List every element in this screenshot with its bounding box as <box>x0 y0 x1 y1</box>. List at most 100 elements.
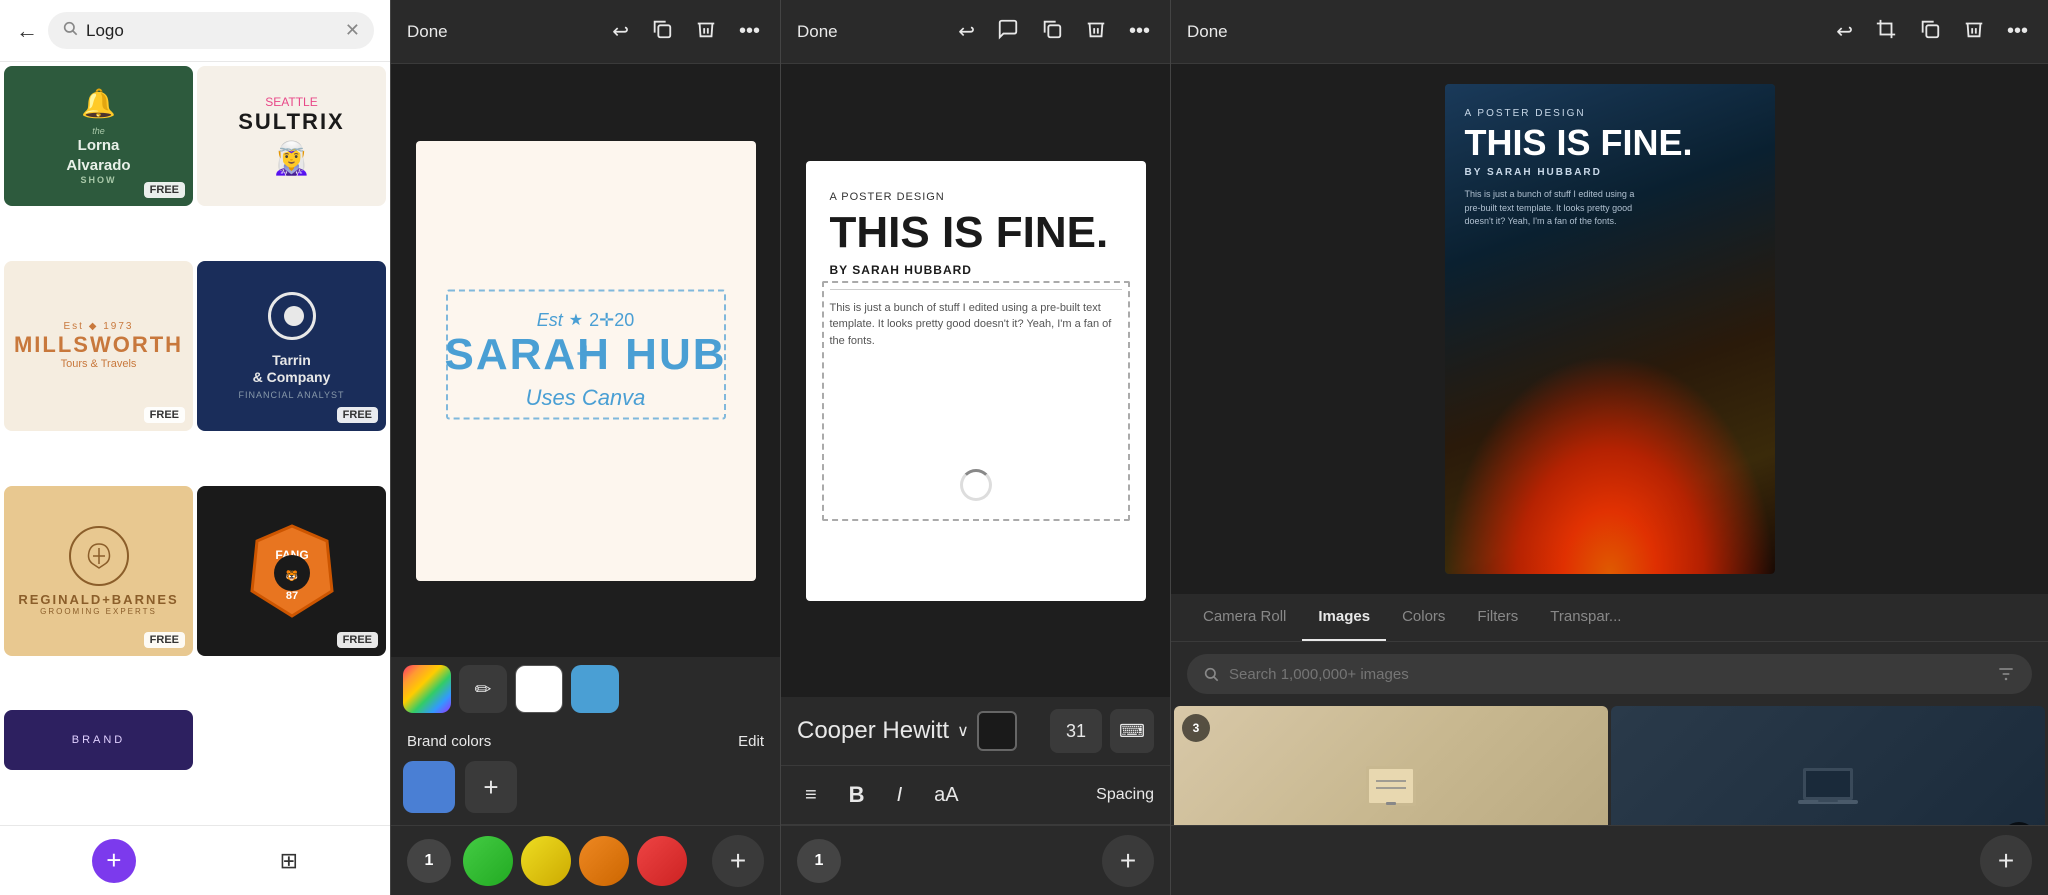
text-align-button[interactable]: ≡ <box>797 780 825 811</box>
free-badge-tarrin: FREE <box>337 407 378 423</box>
color-ball-orange[interactable] <box>579 836 629 886</box>
panel3-delete-button[interactable] <box>1081 14 1111 50</box>
image-category-tabs: Camera Roll Images Colors Filters Transp… <box>1171 594 2048 642</box>
panel4-crop-button[interactable] <box>1871 14 1901 50</box>
tab-filters[interactable]: Filters <box>1461 594 1534 641</box>
panel4-canvas-area: A POSTER DESIGN THIS IS FINE. BY SARAH H… <box>1171 64 2048 594</box>
color-ball-red[interactable] <box>637 836 687 886</box>
panel4-delete-button[interactable] <box>1959 14 1989 50</box>
panel3-duplicate-button[interactable] <box>1037 14 1067 50</box>
panel2-toolbar: Done ↩ ••• <box>391 0 780 64</box>
search-icon <box>62 20 78 41</box>
panel2-add-page-button[interactable]: + <box>712 835 764 887</box>
panel3-done-button[interactable]: Done <box>797 22 838 42</box>
panel3-canvas: A POSTER DESIGN THIS IS FINE. BY SARAH H… <box>806 161 1146 601</box>
text-editor-panel: Done ↩ ••• ✛ Est ★ 2✛20 SARAH HUB Use <box>390 0 780 895</box>
image-search-input[interactable] <box>1229 666 1986 683</box>
tarrin-logo <box>268 292 316 340</box>
panel3-more-button[interactable]: ••• <box>1125 16 1154 47</box>
tarrin-name: Tarrin& Company <box>253 352 331 386</box>
image-page-badge: 3 <box>1182 714 1210 742</box>
template-reginald[interactable]: REGINALD+BARNES GROOMING EXPERTS FREE <box>4 486 193 656</box>
color-ball-yellow[interactable] <box>521 836 571 886</box>
template-fang87[interactable]: FANG 🐯 87 FREE <box>197 486 386 656</box>
color-edit-button[interactable]: ✏ <box>459 665 507 713</box>
spacing-button[interactable]: Spacing <box>1096 786 1154 804</box>
panel4-more-button[interactable]: ••• <box>2003 16 2032 47</box>
selection-handle: ✛ <box>446 289 726 419</box>
lorna-show: SHOW <box>81 175 117 185</box>
text-format-row: ≡ B I aA Spacing <box>781 766 1170 825</box>
panel4-canvas: A POSTER DESIGN THIS IS FINE. BY SARAH H… <box>1445 84 1775 574</box>
bold-button[interactable]: B <box>841 778 873 812</box>
tab-colors[interactable]: Colors <box>1386 594 1461 641</box>
template-sultrix[interactable]: SEATTLE SULTRIX 🧝‍♀️ <box>197 66 386 206</box>
panel4-done-button[interactable]: Done <box>1187 22 1228 42</box>
panel4-toolbar: Done ↩ ••• <box>1171 0 2048 64</box>
search-input[interactable] <box>86 21 337 41</box>
panel3-undo-button[interactable]: ↩ <box>954 15 979 48</box>
template-purple-banner[interactable]: BRAND <box>4 710 193 770</box>
free-badge-fang87: FREE <box>337 632 378 648</box>
filter-icon[interactable] <box>1996 664 2016 684</box>
back-button[interactable]: ← <box>16 18 38 44</box>
panel2-delete-button[interactable] <box>691 14 721 50</box>
free-badge-reginald: FREE <box>144 632 185 648</box>
brand-colors-row: Brand colors Edit <box>391 721 780 761</box>
template-grid: 🔔 the LornaAlvarado SHOW FREE SEATTLE SU… <box>0 62 390 825</box>
brand-blue-swatch[interactable] <box>403 761 455 813</box>
panel2-color-strip: ✏ <box>391 657 780 721</box>
notebook-image <box>1174 706 1608 825</box>
template-browser-panel: ← ✕ 🔔 the LornaAlvarado SHOW FREE SEATTL… <box>0 0 390 895</box>
panel4-pages-bar: + <box>1171 825 2048 895</box>
reginald-sub: GROOMING EXPERTS <box>40 607 157 616</box>
template-tarrin[interactable]: Tarrin& Company FINANCIAL ANALYST FREE <box>197 261 386 431</box>
panel4-undo-button[interactable]: ↩ <box>1832 15 1857 48</box>
panel2-done-button[interactable]: Done <box>407 22 448 42</box>
add-new-button[interactable]: + <box>92 839 136 883</box>
grid-view-button[interactable]: ⊞ <box>280 848 298 874</box>
italic-button[interactable]: I <box>889 780 911 811</box>
font-name-display[interactable]: Cooper Hewitt <box>797 717 949 745</box>
font-size-input[interactable]: 31 <box>1050 709 1102 753</box>
panel4-duplicate-button[interactable] <box>1915 14 1945 50</box>
blue-swatch[interactable] <box>571 665 619 713</box>
panel3-speech-button[interactable] <box>993 14 1023 50</box>
text-case-button[interactable]: aA <box>926 780 966 811</box>
canvas3-by: BY SARAH HUBBARD <box>830 263 1122 277</box>
gradient-swatch[interactable] <box>403 665 451 713</box>
search-input-wrap[interactable]: ✕ <box>48 12 374 49</box>
font-color-picker[interactable] <box>977 711 1017 751</box>
tab-camera-roll[interactable]: Camera Roll <box>1187 594 1302 641</box>
tab-images[interactable]: Images <box>1302 594 1386 641</box>
brand-add-color-button[interactable]: + <box>465 761 517 813</box>
tab-transparency[interactable]: Transpar... <box>1534 594 1637 641</box>
svg-text:🐯: 🐯 <box>285 569 298 582</box>
sultrix-content: SEATTLE SULTRIX 🧝‍♀️ <box>238 95 344 177</box>
keyboard-button[interactable]: ⌨ <box>1110 709 1154 753</box>
canvas3-small-text: A POSTER DESIGN <box>830 191 1122 203</box>
image-thumb-laptop[interactable]: + <box>1611 706 2045 825</box>
white-swatch[interactable] <box>515 665 563 713</box>
font-editor-panel: Done ↩ ••• A POSTER DESIGN THIS IS FINE.… <box>780 0 1170 895</box>
laptop-image <box>1611 706 2045 825</box>
font-selector-row: Cooper Hewitt ∨ 31 ⌨ <box>781 697 1170 766</box>
canvas3-title: THIS IS FINE. <box>830 211 1122 255</box>
image-results-grid: 3 + <box>1171 706 2048 825</box>
panel2-page-number: 1 <box>407 839 451 883</box>
template-millsworth[interactable]: Est ◆ 1973 MILLSWORTH Tours & Travels FR… <box>4 261 193 431</box>
panel2-undo-button[interactable]: ↩ <box>608 15 633 48</box>
template-lorna[interactable]: 🔔 the LornaAlvarado SHOW FREE <box>4 66 193 206</box>
color-ball-green[interactable] <box>463 836 513 886</box>
brand-colors-edit-button[interactable]: Edit <box>738 733 764 750</box>
move-cursor-icon: ✛ <box>576 341 594 367</box>
image-search-wrap[interactable] <box>1187 654 2032 694</box>
canvas4-by: BY SARAH HUBBARD <box>1465 167 1755 178</box>
clear-search-button[interactable]: ✕ <box>345 20 360 41</box>
panel2-more-button[interactable]: ••• <box>735 16 764 47</box>
panel3-add-page-button[interactable]: + <box>1102 835 1154 887</box>
panel2-duplicate-button[interactable] <box>647 14 677 50</box>
panel4-add-page-button[interactable]: + <box>1980 835 2032 887</box>
image-thumb-notebook[interactable]: 3 <box>1174 706 1608 825</box>
sultrix-title: SULTRIX <box>238 109 344 135</box>
